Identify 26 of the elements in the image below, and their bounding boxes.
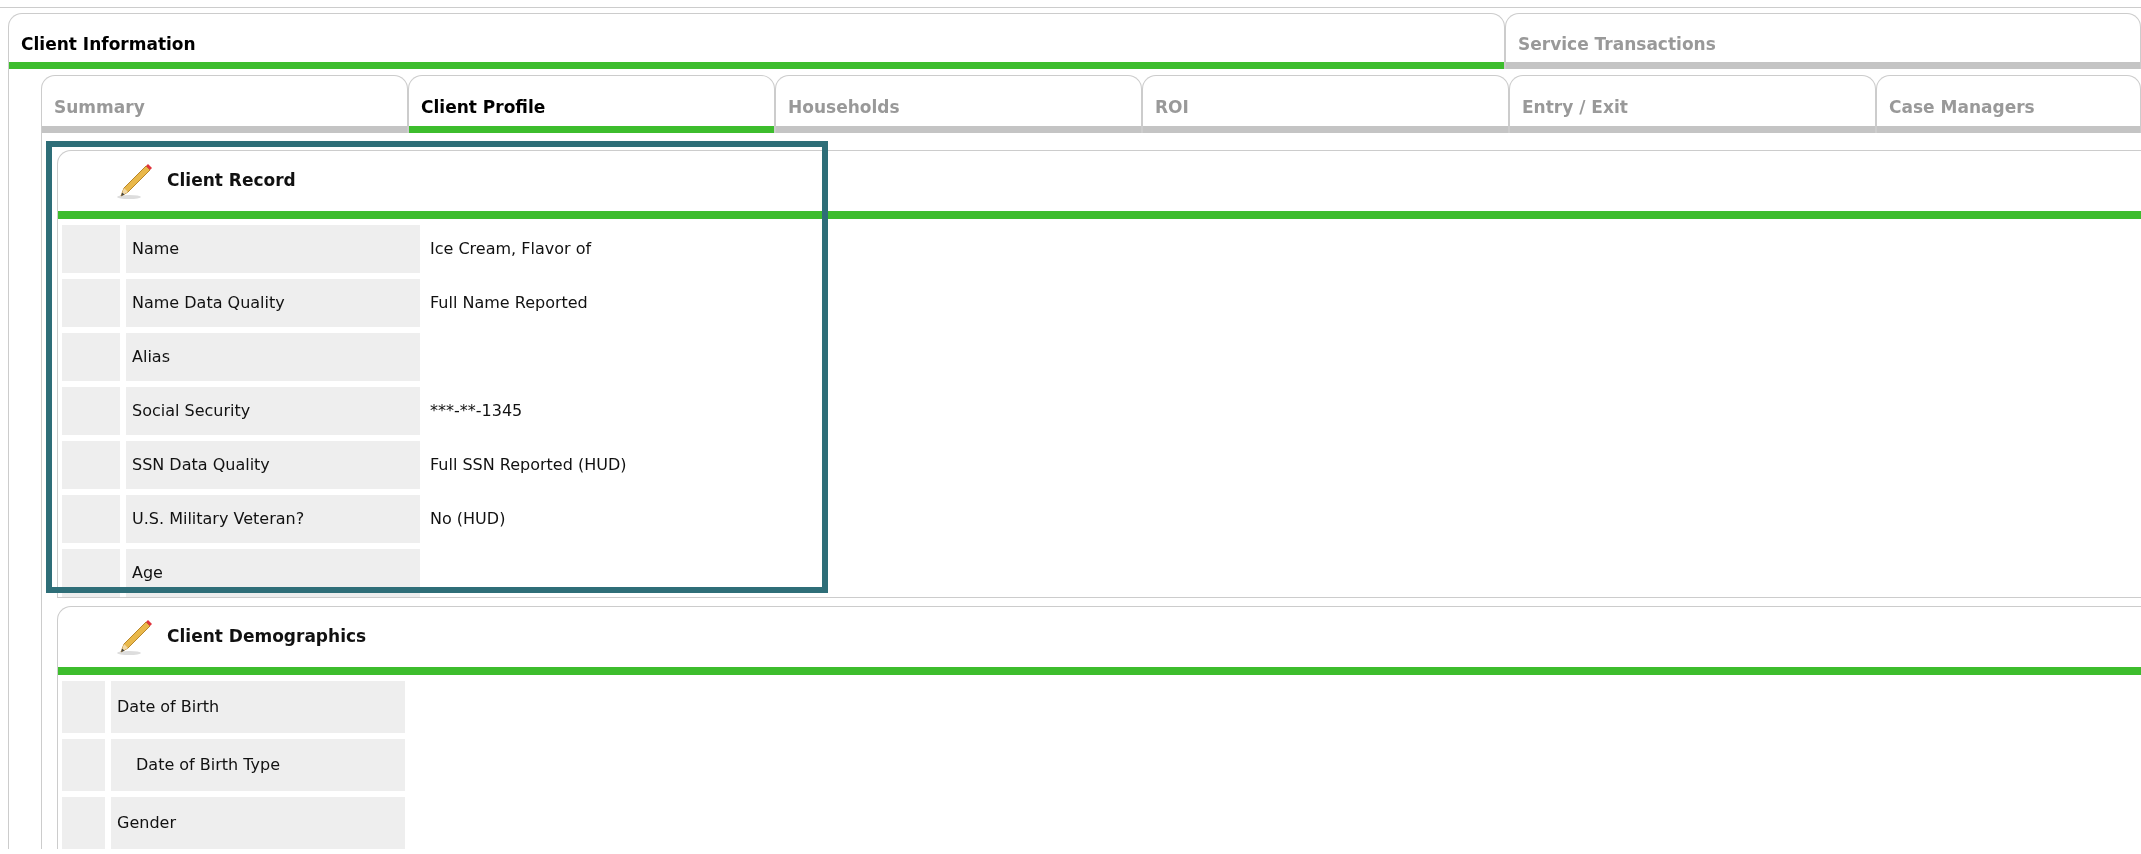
field-value: No (HUD) (429, 508, 507, 530)
field-label: Gender (111, 797, 405, 849)
field-value: Ice Cream, Flavor of (429, 238, 593, 260)
panel-title: Client Record (167, 169, 296, 193)
field-label: SSN Data Quality (126, 441, 420, 489)
panel-title: Client Demographics (167, 625, 367, 649)
field-label: Alias (126, 333, 420, 381)
tab[interactable]: ROI (1142, 75, 1509, 133)
field-label: Social Security (126, 387, 420, 435)
tab[interactable]: Client Information (8, 13, 1505, 69)
pencil-icon (115, 161, 155, 201)
tab[interactable]: Entry / Exit (1509, 75, 1876, 133)
field-label: Name (126, 225, 420, 273)
field-value: ***-**-1345 (429, 400, 524, 422)
pencil-icon (115, 617, 155, 657)
field-value: Full SSN Reported (HUD) (429, 454, 628, 476)
field-label: Name Data Quality (126, 279, 420, 327)
tab[interactable]: Client Profile (408, 75, 775, 133)
field-label: Date of Birth Type (111, 739, 405, 791)
tab[interactable]: Service Transactions (1505, 13, 2141, 69)
tab[interactable]: Households (775, 75, 1142, 133)
tab[interactable]: Case Managers (1876, 75, 2141, 133)
field-value: Full Name Reported (429, 292, 589, 314)
field-label: Date of Birth (111, 681, 405, 733)
tab[interactable]: Summary (41, 75, 408, 133)
field-label: U.S. Military Veteran? (126, 495, 420, 543)
